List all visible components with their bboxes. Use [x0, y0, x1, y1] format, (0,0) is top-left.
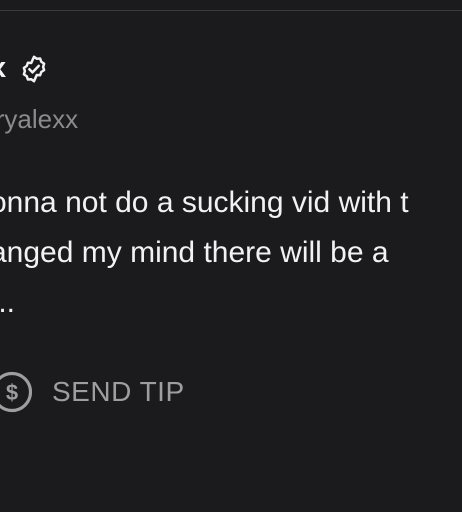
send-tip-button[interactable]: $ SEND TIP: [0, 370, 185, 414]
post-text-line: ...: [0, 286, 16, 319]
post-text-line: anged my mind there will be a: [0, 236, 389, 269]
author-handle[interactable]: iryalexx: [0, 104, 78, 135]
verified-check-icon: [19, 54, 49, 84]
post-text: onna not do a sucking vid with t anged m…: [0, 178, 462, 328]
author-display-name[interactable]: x: [0, 52, 7, 85]
send-tip-label: SEND TIP: [52, 376, 185, 407]
post-text-line: onna not do a sucking vid with t: [0, 186, 409, 219]
post-card: x iryalexx onna not do a sucking vid wit…: [0, 0, 462, 512]
svg-text:$: $: [6, 380, 18, 405]
author-row: x: [0, 52, 49, 85]
dollar-circle-icon: $: [0, 370, 34, 414]
